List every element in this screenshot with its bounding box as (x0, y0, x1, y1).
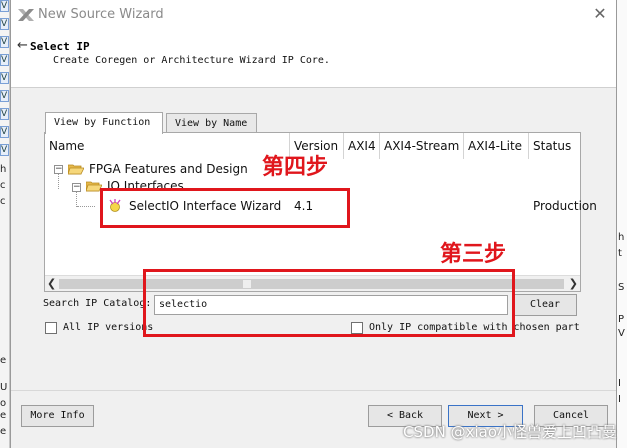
background-cell: V (0, 36, 9, 48)
close-icon[interactable]: ✕ (590, 4, 610, 24)
background-cell: V (0, 72, 9, 84)
annotation-box-step3 (143, 269, 515, 337)
background-text: P (618, 314, 625, 325)
annotation-step4: 第四步 (262, 155, 329, 180)
window-title: New Source Wizard (38, 7, 164, 22)
scroll-left-icon[interactable]: ❮ (47, 277, 56, 290)
background-text: c (0, 196, 6, 207)
tab-view-by-function[interactable]: View by Function (45, 112, 163, 134)
clear-button[interactable]: Clear (513, 294, 577, 316)
collapse-icon[interactable]: − (54, 165, 63, 174)
column-header-name[interactable]: Name (45, 133, 290, 159)
annotation-step3: 第三步 (440, 242, 507, 267)
background-cell: V (0, 126, 9, 138)
row-name: FPGA Features and Design (89, 162, 248, 176)
background-text: S (618, 282, 625, 293)
background-text: e (0, 355, 7, 366)
xilinx-logo-icon (18, 9, 34, 21)
background-text: c (0, 180, 6, 191)
background-text: o (0, 398, 7, 409)
background-text: U (0, 382, 8, 393)
column-header-status[interactable]: Status (529, 133, 580, 159)
page-title: Select IP (30, 40, 90, 53)
background-cell: V (0, 18, 9, 30)
search-label: Search IP Catalog: (43, 298, 152, 309)
background-window-left: V V V V V V V V V h c c e U o e e (0, 0, 10, 448)
title-bar[interactable]: New Source Wizard ✕ (11, 0, 616, 30)
tab-view-by-name[interactable]: View by Name (166, 113, 257, 134)
folder-open-icon (68, 164, 84, 175)
background-text: e (0, 410, 7, 421)
background-text: h (0, 164, 7, 175)
page-subtitle: Create Coregen or Architecture Wizard IP… (53, 55, 330, 66)
background-window-right: h t S P V I I (617, 0, 627, 448)
background-cell: V (0, 144, 9, 156)
all-ip-versions-label: All IP versions (63, 322, 154, 333)
background-text: V (618, 328, 625, 339)
background-text: t (618, 248, 622, 259)
wizard-header: ← Select IP Create Coregen or Architectu… (11, 30, 616, 88)
back-arrow-icon: ← (17, 38, 28, 53)
column-header-axi4-lite[interactable]: AXI4-Lite (464, 133, 529, 159)
watermark: CSDN @xiao小怪兽爱上凹凸曼 (403, 423, 617, 441)
all-ip-versions-checkbox[interactable] (45, 322, 57, 334)
background-text: I (618, 378, 621, 389)
more-info-button[interactable]: More Info (21, 405, 94, 427)
background-text: e (0, 426, 7, 437)
background-text: h (618, 232, 625, 243)
column-header-axi4-stream[interactable]: AXI4-Stream (380, 133, 464, 159)
row-status: Production (533, 199, 597, 213)
scroll-right-icon[interactable]: ❯ (569, 277, 578, 290)
background-text: I (618, 394, 621, 405)
collapse-icon[interactable]: − (72, 183, 81, 192)
column-header-axi4[interactable]: AXI4 (344, 133, 380, 159)
background-cell: V (0, 0, 9, 12)
background-cell: V (0, 108, 9, 120)
footer-divider (11, 390, 616, 391)
background-cell: V (0, 54, 9, 66)
annotation-box-step4 (100, 188, 350, 228)
background-cell: V (0, 90, 9, 102)
